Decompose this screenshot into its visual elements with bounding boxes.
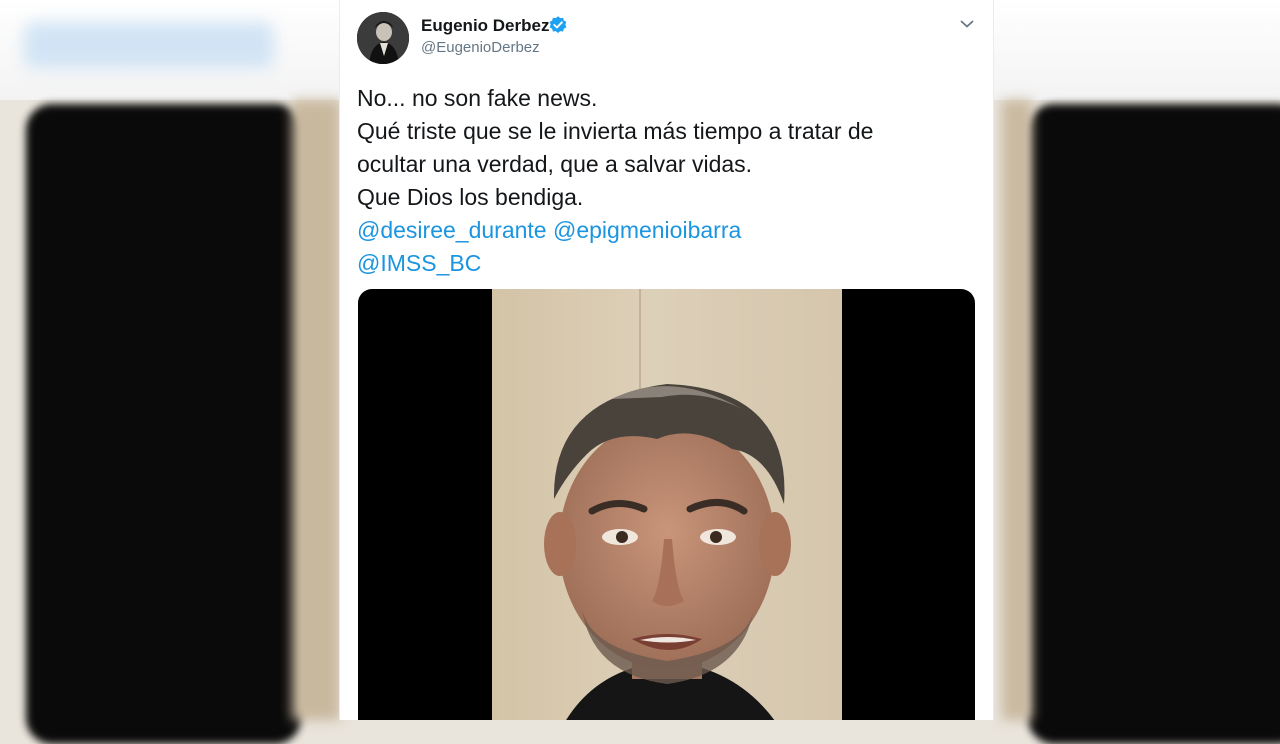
avatar[interactable]: [357, 12, 409, 64]
background-blurred-video-right: [1028, 104, 1280, 744]
tweet-video[interactable]: [358, 289, 975, 720]
mentions-line: @IMSS_BC: [357, 247, 977, 280]
verified-badge-icon: [548, 15, 568, 35]
tweet-text-line: No... no son fake news.: [357, 85, 598, 111]
mention-link-epigmenioibarra[interactable]: @epigmenioibarra: [553, 217, 741, 243]
background-blurred-wall-left: [292, 100, 340, 720]
background-blurred-wall-right: [1002, 100, 1032, 720]
mentions-line: @desiree_durante @epigmenioibarra: [357, 214, 977, 247]
tweet-text-line: Qué triste que se le invierta más tiempo…: [357, 118, 874, 144]
background-blurred-text: [24, 22, 274, 68]
background-blurred-video-left: [26, 104, 301, 744]
author-name[interactable]: Eugenio Derbez: [421, 16, 549, 36]
tweet-card: Eugenio Derbez @EugenioDerbez No... no s…: [339, 0, 994, 720]
chevron-down-icon[interactable]: [957, 14, 977, 34]
tweet-text-line: Que Dios los bendiga.: [357, 184, 584, 210]
mention-link-desiree-durante[interactable]: @desiree_durante: [357, 217, 547, 243]
tweet-text: No... no son fake news. Qué triste que s…: [357, 82, 977, 280]
author-handle[interactable]: @EugenioDerbez: [421, 39, 540, 56]
tweet-text-line: ocultar una verdad, que a salvar vidas.: [357, 151, 753, 177]
mention-link-imss-bc[interactable]: @IMSS_BC: [357, 250, 481, 276]
video-frame: [492, 289, 842, 720]
